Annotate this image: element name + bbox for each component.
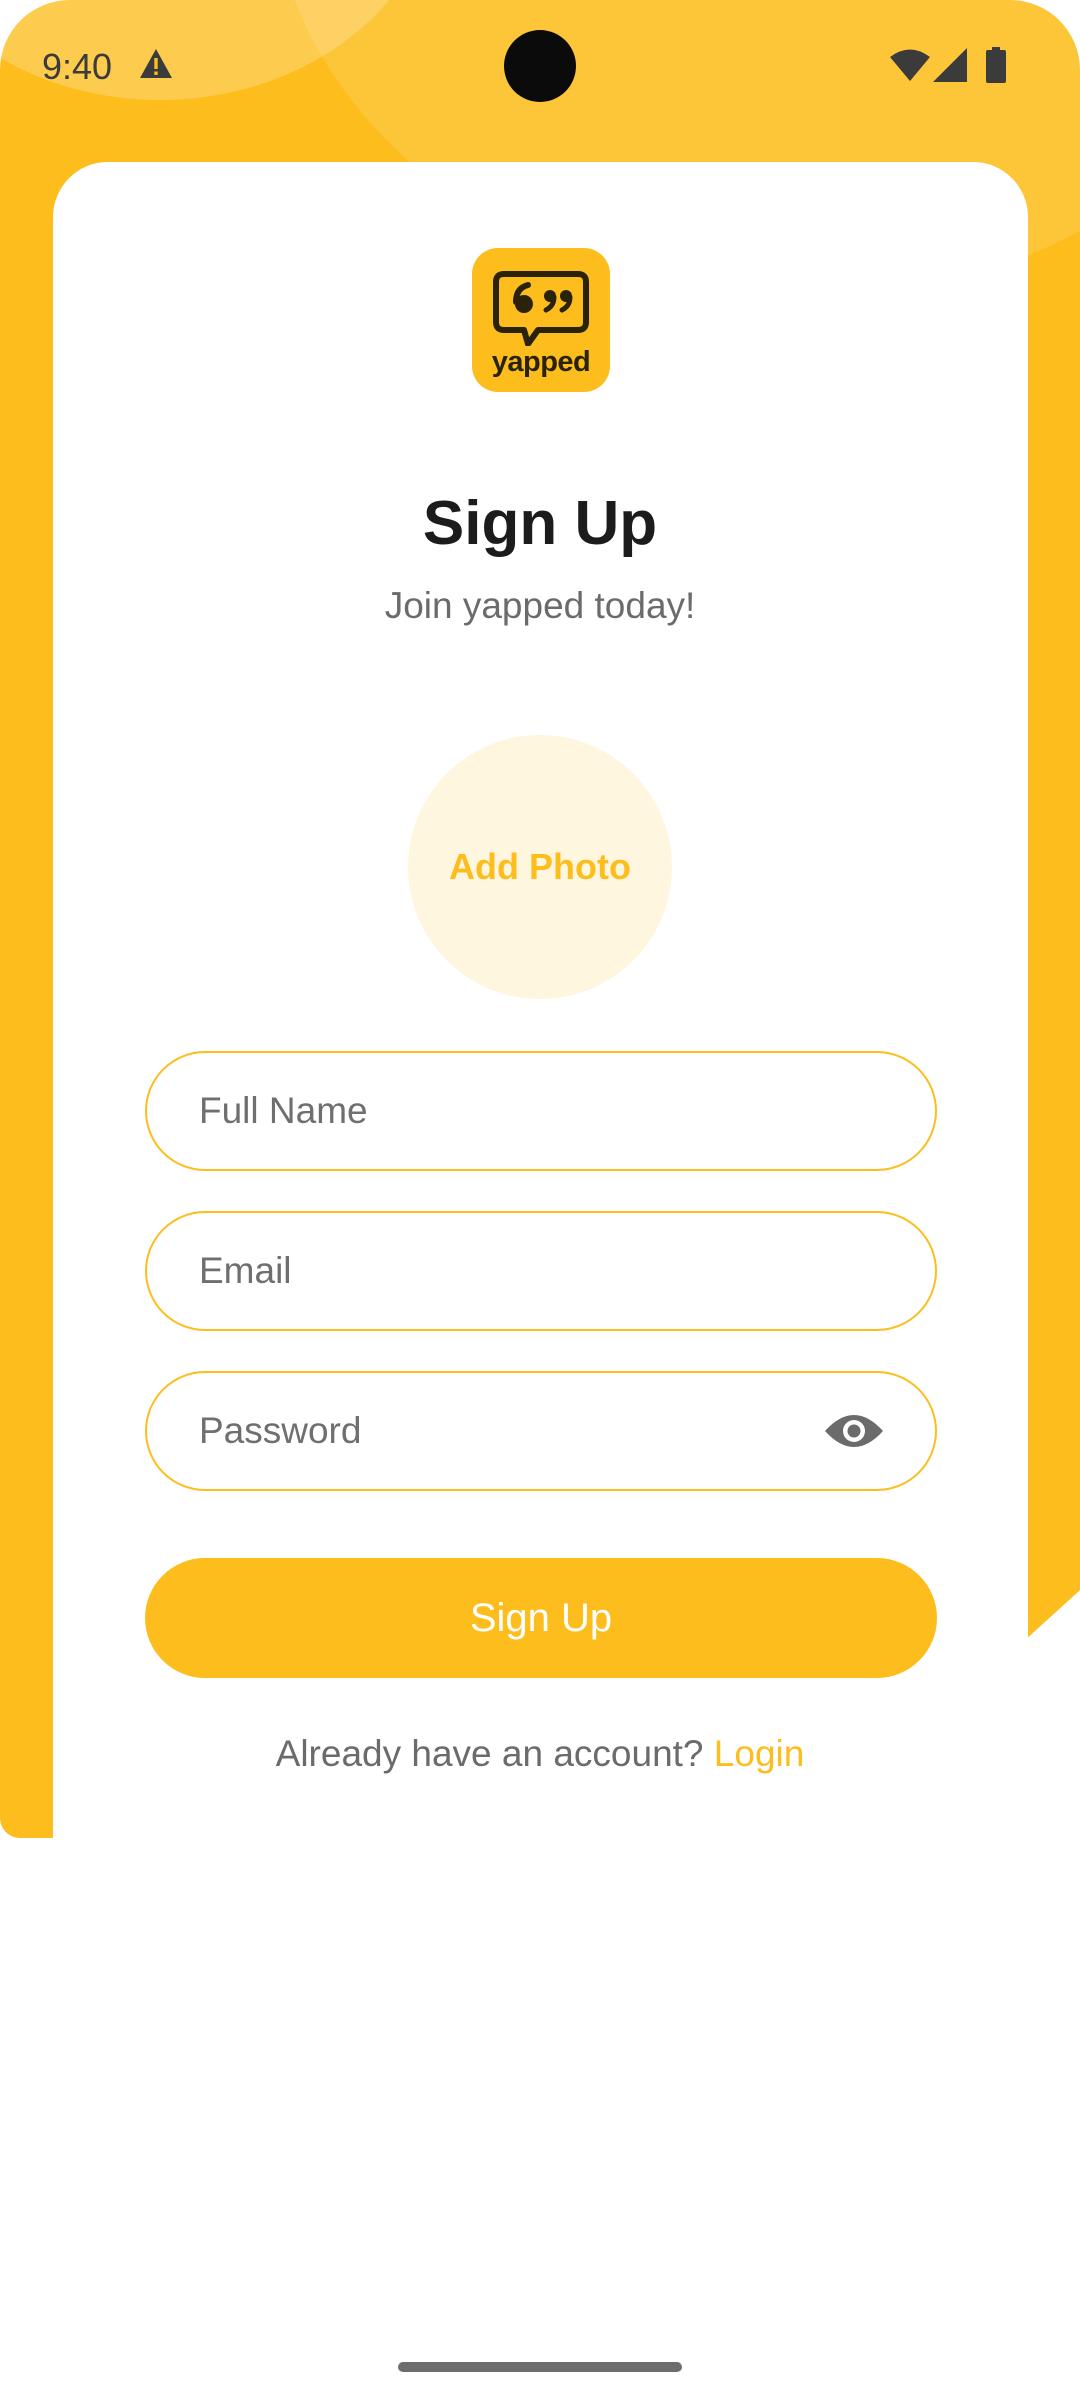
password-field bbox=[145, 1371, 937, 1491]
screen: 9:40 yapped Sign Up Join yapped today! A… bbox=[0, 0, 1080, 2400]
eye-icon[interactable] bbox=[823, 1409, 885, 1453]
password-input[interactable] bbox=[199, 1373, 819, 1488]
signal-icon bbox=[933, 48, 967, 82]
status-bar: 9:40 bbox=[0, 0, 1080, 135]
sign-up-button[interactable]: Sign Up bbox=[145, 1558, 937, 1678]
camera-cutout bbox=[504, 30, 576, 102]
full-name-input[interactable] bbox=[199, 1053, 819, 1168]
add-photo-label: Add Photo bbox=[449, 846, 631, 887]
quote-bubble-icon bbox=[493, 271, 589, 346]
app-logo: yapped bbox=[472, 248, 610, 392]
full-name-field bbox=[145, 1051, 937, 1171]
login-prompt-text: Already have an account? bbox=[275, 1733, 704, 1774]
battery-icon bbox=[986, 47, 1006, 83]
email-field bbox=[145, 1211, 937, 1331]
page-title: Sign Up bbox=[422, 489, 658, 558]
home-indicator[interactable] bbox=[398, 2362, 682, 2372]
add-photo-button[interactable]: Add Photo bbox=[408, 735, 672, 999]
email-input[interactable] bbox=[199, 1213, 819, 1328]
status-time: 9:40 bbox=[42, 46, 113, 87]
decorative-wave bbox=[1028, 1582, 1080, 1838]
login-link[interactable]: Login bbox=[714, 1733, 805, 1774]
logo-text: yapped bbox=[491, 346, 591, 378]
login-prompt: Already have an account? Login bbox=[0, 1733, 1080, 1775]
warning-icon bbox=[140, 49, 172, 78]
page-subtitle: Join yapped today! bbox=[384, 585, 696, 626]
wifi-icon bbox=[890, 49, 930, 81]
